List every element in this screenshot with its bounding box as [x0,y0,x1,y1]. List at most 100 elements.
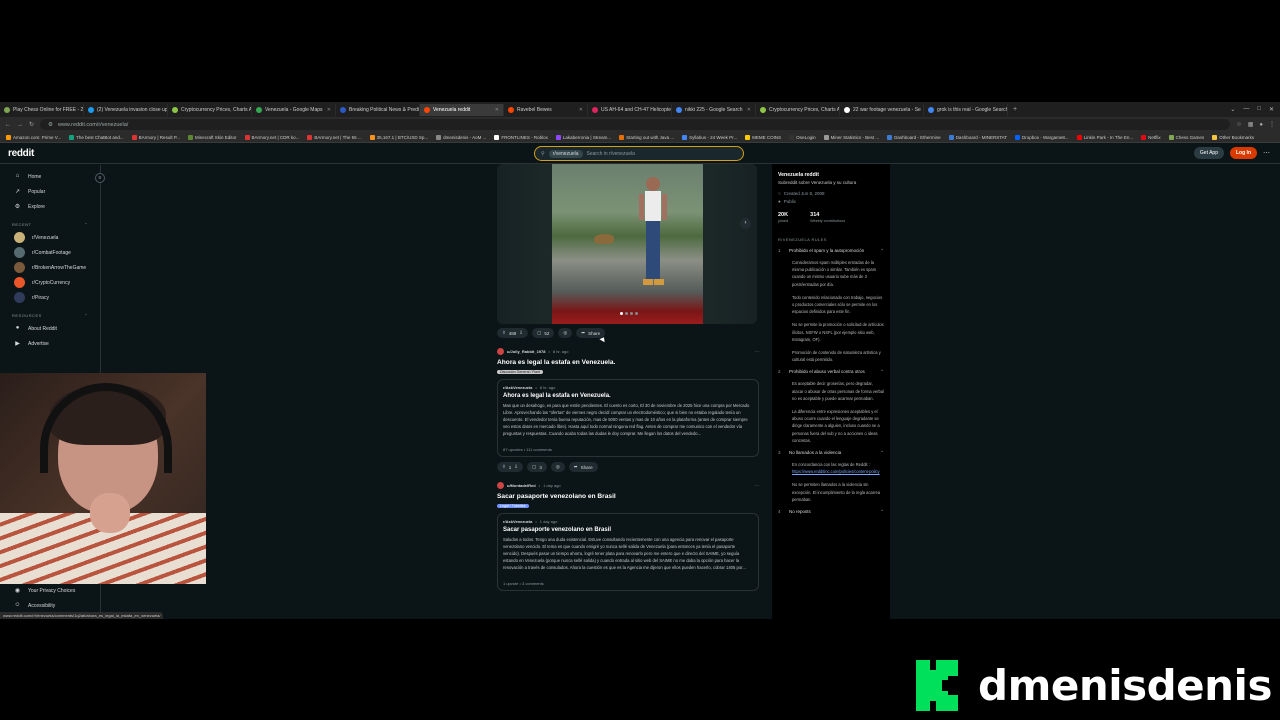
bookmark-item[interactable]: FRONTLINES - Roblox [494,134,548,140]
post-author[interactable]: u/Jolly_Rabbit_1978 [507,349,545,354]
bookmark-item[interactable]: BArmory | Result P... [131,134,180,140]
bookmark-item[interactable]: BArmory.net | CDR ko... [244,134,299,140]
browser-tab[interactable]: Cryptocurrency Prices, Charts A✕ [168,103,252,116]
chevron-up-icon[interactable]: ⌃ [880,369,884,375]
recent-subreddit-item[interactable]: r/CombatFootage [0,245,100,260]
nav-explore[interactable]: ⚙ Explore [0,199,100,214]
browser-tab[interactable]: Ravebel Bewes ✕ [504,103,588,116]
browser-tab[interactable]: Venezuela reddit ✕ [420,103,504,116]
crosspost-card[interactable]: r/AskVenezuela • 8 hr. ago Ahora es legal l… [497,379,759,457]
browser-tab[interactable]: US AH-64 and CH-47 Helicopte✕ [588,103,672,116]
bookmark-item[interactable]: Netflix [1141,134,1161,140]
browser-tab[interactable]: (2) Venezuela invasion close up✕ [84,103,168,116]
bookmark-item[interactable]: Minecraft Skin Editor [188,134,237,140]
browser-tab[interactable]: 22 war footage venezuela - Se✕ [840,103,924,116]
forward-icon[interactable]: → [17,122,23,128]
bookmark-item[interactable]: Dropbox - Wargame8... [1015,134,1069,140]
comments-button[interactable]: ▢ 3 [527,462,547,472]
share-button[interactable]: ➦ Share [568,462,598,472]
bookmark-item[interactable]: OneLogin [789,134,816,140]
post-author[interactable]: u/MontadelRed [507,483,536,488]
more-options-icon[interactable]: ⋯ [755,349,759,354]
downvote-icon[interactable]: ⇩ [519,330,523,336]
profile-icon[interactable]: ● [1259,122,1263,128]
feed-post[interactable]: u/Jolly_Rabbit_1978 • 8 hr. ago ⋯ Ahora es l… [497,342,759,472]
award-button[interactable]: ◎ [550,462,565,472]
recent-subreddit-item[interactable]: r/CryptoCurrency [0,275,100,290]
nav-privacy-choices[interactable]: ◉ Your Privacy Choices [0,583,101,598]
bookmark-item[interactable]: The best ChatBot and... [69,134,124,140]
recent-subreddit-item[interactable]: r/BrokenArrowTheGame [0,260,100,275]
reddit-logo[interactable]: reddit [8,148,34,159]
minimize-icon[interactable]: — [1243,106,1249,113]
bookmark-item[interactable]: Other Bookmarks [1212,134,1254,140]
rule-header[interactable]: 1 Prohibido el spam y la autopromoción ⌃ [778,248,884,254]
nav-popular[interactable]: ↗ Popular [0,184,100,199]
crosspost-title[interactable]: Ahora es legal la estafa en Venezuela. [503,393,753,399]
upvote-icon[interactable]: ⇧ [502,464,506,470]
extensions-icon[interactable]: ▦ [1248,121,1254,128]
nav-advertise[interactable]: ▶ Advertise [0,336,100,351]
subreddit-chip[interactable]: r/venezuela [548,149,583,158]
chevron-up-icon[interactable]: ⌃ [880,248,884,254]
upvote-icon[interactable]: ⇧ [502,330,506,336]
crosspost-subreddit[interactable]: r/AskVenezuela [503,519,532,524]
get-app-button[interactable]: Get App [1193,147,1224,159]
crosspost-card[interactable]: r/AskVenezuela • 1 day ago Sacar pasaporte … [497,513,759,591]
nav-home[interactable]: ⌂ Home [0,169,100,184]
close-window-icon[interactable]: ✕ [1269,106,1274,113]
browser-tab[interactable]: Breaking Political News & Predi✕ [336,103,420,116]
maximize-icon[interactable]: □ [1257,106,1261,113]
browser-tab[interactable]: grok is this real - Google Search✕ [924,103,1008,116]
tab-close-icon[interactable]: ✕ [747,107,751,113]
more-options-icon[interactable]: ⋯ [755,483,759,488]
tab-close-icon[interactable]: ✕ [495,107,499,113]
browser-tab[interactable]: Cryptocurrency Prices, Charts A✕ [756,103,840,116]
bookmark-item[interactable]: 35,167.1 | BTC/USD Sp... [369,134,428,140]
post-flair[interactable]: Legal / Trámites [497,504,529,508]
crosspost-title[interactable]: Sacar pasaporte venezolano en Brasil [503,527,753,533]
feed-post[interactable]: u/MontadelRed • 1 day ago ⋯ Sacar pasaporte … [497,476,759,591]
tab-close-icon[interactable]: ✕ [327,107,331,113]
bookmark-item[interactable]: Starting out with Java ... [619,134,674,140]
chevron-up-icon[interactable]: ⌃ [880,509,884,515]
post-flair[interactable]: Discusión General / Rant [497,370,543,374]
login-button[interactable]: Log In [1230,147,1257,159]
bookmark-item[interactable]: Lakaberronia | Stream... [555,134,611,140]
bookmark-item[interactable]: Chess Games [1168,134,1204,140]
recent-section-header[interactable]: RECENT ⌃ [0,214,100,230]
content-policy-link[interactable]: https://www.redditinc.com/policies/conte… [792,469,880,474]
back-icon[interactable]: ← [5,122,11,128]
resources-section-header[interactable]: RESOURCES ⌃ [0,305,100,321]
bookmark-item[interactable]: Syllabus - 24 Week Pr... [682,134,737,140]
bookmark-item[interactable]: Dashboard - Ethermine [887,134,941,140]
post-title[interactable]: Sacar pasaporte venezolano en Brasil [497,493,759,500]
vote-control[interactable]: ⇧ 488 ⇩ [497,328,529,338]
bookmark-item[interactable]: MEME COINS [745,134,781,140]
rule-header[interactable]: 3 No llamados a la violencia ⌃ [778,450,884,456]
vote-control[interactable]: ⇧ 1 ⇩ [497,462,524,472]
tab-close-icon[interactable]: ✕ [579,107,583,113]
browser-tab[interactable]: nikki 225 - Google Search ✕ [672,103,756,116]
rule-header[interactable]: 4 No reposts ⌃ [778,509,884,515]
bookmark-star-icon[interactable]: ☆ [1236,121,1241,128]
menu-icon[interactable]: ⋮ [1269,121,1275,128]
bookmark-item[interactable]: BArmory.net | The 55 ... [307,134,362,140]
tab-search-icon[interactable]: ⌄ [1230,106,1235,113]
new-tab-button[interactable]: + [1008,106,1022,113]
recent-subreddit-item[interactable]: r/Venezuela [0,230,100,245]
nav-about-reddit[interactable]: ● About Reddit [0,321,100,336]
nav-accessibility[interactable]: ☺ Accessibility [0,598,101,613]
browser-tab[interactable]: Venezuela - Google Maps ✕ [252,103,336,116]
bookmark-item[interactable]: Linkin Park - In The En... [1076,134,1133,140]
reload-icon[interactable]: ↻ [29,121,34,128]
user-avatar[interactable] [497,348,504,355]
post-photo[interactable] [552,164,703,324]
address-bar[interactable]: ⚙ www.reddit.com/r/venezuela/ [40,119,1231,130]
site-info-icon[interactable]: ⚙ [48,122,53,128]
chevron-up-icon[interactable]: ⌃ [880,450,884,456]
rule-header[interactable]: 2 Prohibido el abuso verbal contra otros ⌃ [778,369,884,375]
award-button[interactable]: ◎ [558,328,573,338]
post-title[interactable]: Ahora es legal la estafa en Venezuela. [497,359,759,366]
more-options-icon[interactable]: ⋯ [1263,149,1270,157]
